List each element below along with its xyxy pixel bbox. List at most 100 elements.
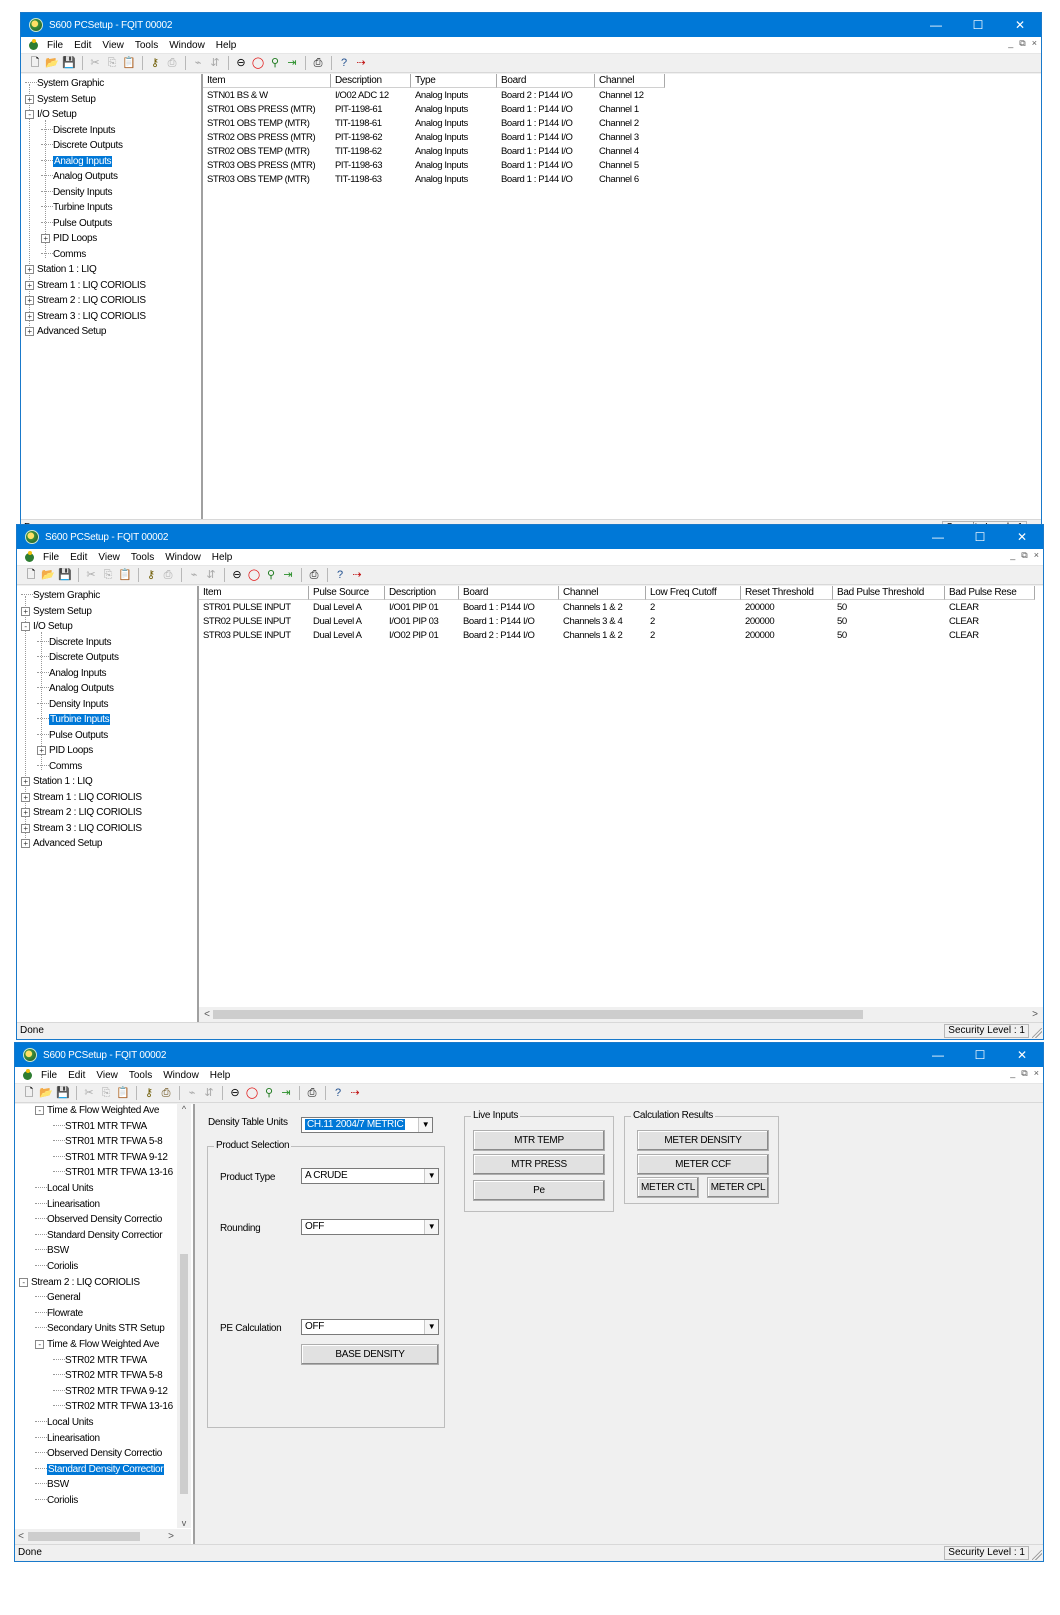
- stop-icon[interactable]: ◯: [250, 56, 266, 71]
- tree-item-observed-density-correctio[interactable]: Observed Density Correctio: [35, 1447, 162, 1461]
- mdi-restore-button[interactable]: ⧉: [1021, 1068, 1027, 1079]
- column-header-item[interactable]: Item: [203, 74, 331, 88]
- transfer-icon[interactable]: ⇵: [207, 56, 223, 71]
- resize-grip-icon[interactable]: [1032, 1028, 1042, 1038]
- tree-item-system-setup[interactable]: + System Setup: [21, 605, 92, 619]
- scroll-thumb[interactable]: [180, 1254, 188, 1494]
- scroll-thumb[interactable]: [213, 1010, 863, 1019]
- tree-item-density-inputs[interactable]: Density Inputs: [37, 698, 108, 712]
- table-row[interactable]: STR03 OBS TEMP (MTR) TIT-1198-63 Analog In…: [203, 173, 1041, 187]
- tree-item-pid-loops[interactable]: + PID Loops: [37, 744, 93, 758]
- mdi-child-icon[interactable]: [23, 550, 37, 564]
- exit-icon[interactable]: ⇥: [278, 1086, 294, 1101]
- context-help-icon[interactable]: ⇢: [347, 1086, 363, 1101]
- column-header-bad-pulse-threshold[interactable]: Bad Pulse Threshold: [833, 586, 945, 600]
- dropdown-arrow-icon[interactable]: ▼: [424, 1220, 438, 1234]
- expand-icon[interactable]: +: [21, 823, 30, 833]
- menu-help[interactable]: Help: [212, 552, 233, 563]
- mdi-restore-button[interactable]: ⧉: [1021, 550, 1027, 561]
- tree-item-str02-mtr-tfwa-5-8[interactable]: STR02 MTR TFWA 5-8: [53, 1369, 163, 1383]
- pin-icon[interactable]: ⚲: [267, 56, 283, 71]
- mdi-child-icon[interactable]: [27, 38, 41, 52]
- tree-item-local-units[interactable]: Local Units: [35, 1416, 93, 1430]
- mdi-close-button[interactable]: ×: [1032, 38, 1037, 49]
- connect-icon[interactable]: ⌁: [184, 1086, 200, 1101]
- exit-icon[interactable]: ⇥: [280, 568, 296, 583]
- tree-item-advanced-setup[interactable]: + Advanced Setup: [21, 837, 103, 851]
- tree-item-time-flow-weighted-ave[interactable]: - Time & Flow Weighted Ave: [35, 1104, 159, 1118]
- resize-grip-icon[interactable]: [1032, 1550, 1042, 1560]
- menu-window[interactable]: Window: [169, 40, 205, 51]
- open-folder-icon[interactable]: 📂: [44, 56, 60, 71]
- menu-file[interactable]: File: [47, 40, 63, 51]
- table-row[interactable]: STR02 OBS PRESS (MTR) PIT-1198-62 Analog I…: [203, 131, 1041, 145]
- chain-link-icon[interactable]: ⊖: [229, 568, 245, 583]
- tree-item-coriolis[interactable]: Coriolis: [35, 1494, 78, 1508]
- table-row[interactable]: STR02 PULSE INPUT Dual Level A I/O01 PIP 0…: [199, 615, 1043, 629]
- chain-link-icon[interactable]: ⊖: [227, 1086, 243, 1101]
- tree-item-stream-1-liq-coriolis[interactable]: + Stream 1 : LIQ CORIOLIS: [25, 279, 146, 293]
- copy-icon[interactable]: ⎘: [98, 1086, 114, 1101]
- tree-item-station-1-liq[interactable]: + Station 1 : LIQ: [21, 775, 93, 789]
- column-header-reset-threshold[interactable]: Reset Threshold: [741, 586, 833, 600]
- meter-ccf-button[interactable]: METER CCF: [637, 1154, 769, 1175]
- expand-icon[interactable]: +: [25, 94, 34, 104]
- table-row[interactable]: STR01 PULSE INPUT Dual Level A I/O01 PIP 0…: [199, 601, 1043, 615]
- expand-icon[interactable]: +: [21, 792, 30, 802]
- help-icon[interactable]: ?: [332, 568, 348, 583]
- tree-item-str02-mtr-tfwa-9-12[interactable]: STR02 MTR TFWA 9-12: [53, 1385, 168, 1399]
- tree-item-system-graphic[interactable]: System Graphic: [25, 77, 104, 91]
- table-row[interactable]: STR01 OBS PRESS (MTR) PIT-1198-61 Analog I…: [203, 103, 1041, 117]
- expand-icon[interactable]: +: [25, 265, 34, 274]
- scroll-left-arrow-icon[interactable]: <: [15, 1529, 27, 1544]
- menu-tools[interactable]: Tools: [129, 1070, 152, 1081]
- tree-item-pid-loops[interactable]: + PID Loops: [41, 232, 97, 246]
- maximize-button[interactable]: ☐: [959, 525, 1001, 549]
- table-row[interactable]: STR01 OBS TEMP (MTR) TIT-1198-61 Analog In…: [203, 117, 1041, 131]
- menu-file[interactable]: File: [43, 552, 59, 563]
- cut-icon[interactable]: ✂: [87, 56, 103, 71]
- minimize-button[interactable]: —: [917, 1043, 959, 1067]
- close-button[interactable]: ✕: [1001, 1043, 1043, 1067]
- tree-item-pulse-outputs[interactable]: Pulse Outputs: [41, 217, 112, 231]
- product-type-select[interactable]: A CRUDE ▼: [301, 1168, 439, 1184]
- copy-icon[interactable]: ⎘: [104, 56, 120, 71]
- print-icon[interactable]: ⎙: [304, 1086, 320, 1101]
- tree-item-observed-density-correctio[interactable]: Observed Density Correctio: [35, 1213, 162, 1227]
- meter-cpl-button[interactable]: METER CPL: [707, 1177, 769, 1198]
- expand-icon[interactable]: +: [25, 311, 34, 321]
- dropdown-arrow-icon[interactable]: ▼: [424, 1169, 438, 1183]
- meter-density-button[interactable]: METER DENSITY: [637, 1130, 769, 1151]
- tree-item-str02-mtr-tfwa[interactable]: STR02 MTR TFWA: [53, 1354, 147, 1368]
- tree-item-general[interactable]: General: [35, 1291, 81, 1305]
- tree-item-pulse-outputs[interactable]: Pulse Outputs: [37, 729, 108, 743]
- pe-calculation-select[interactable]: OFF ▼: [301, 1319, 439, 1335]
- expand-icon[interactable]: +: [25, 327, 34, 336]
- tree-horizontal-scrollbar[interactable]: < >: [15, 1529, 191, 1544]
- tree-item-i-o-setup[interactable]: - I/O Setup: [21, 620, 73, 634]
- expand-icon[interactable]: +: [25, 280, 34, 290]
- expand-icon[interactable]: +: [21, 606, 30, 616]
- new-file-icon[interactable]: 🗋: [21, 1086, 37, 1101]
- menu-window[interactable]: Window: [163, 1070, 199, 1081]
- column-header-type[interactable]: Type: [411, 74, 497, 88]
- menu-tools[interactable]: Tools: [131, 552, 154, 563]
- tree-item-linearisation[interactable]: Linearisation: [35, 1198, 100, 1212]
- tree-item-analog-outputs[interactable]: Analog Outputs: [41, 170, 118, 184]
- expand-icon[interactable]: +: [41, 234, 50, 243]
- key-icon[interactable]: ⚷: [141, 1086, 157, 1101]
- minimize-button[interactable]: —: [917, 525, 959, 549]
- stop-icon[interactable]: ◯: [246, 568, 262, 583]
- maximize-button[interactable]: ☐: [959, 1043, 1001, 1067]
- base-density-button[interactable]: BASE DENSITY: [301, 1344, 439, 1365]
- key-icon[interactable]: ⚷: [143, 568, 159, 583]
- tree-item-stream-2-liq-coriolis[interactable]: + Stream 2 : LIQ CORIOLIS: [21, 806, 142, 820]
- tree-item-system-setup[interactable]: + System Setup: [25, 93, 96, 107]
- cut-icon[interactable]: ✂: [83, 568, 99, 583]
- exit-icon[interactable]: ⇥: [284, 56, 300, 71]
- tree-item-stream-1-liq-coriolis[interactable]: + Stream 1 : LIQ CORIOLIS: [21, 791, 142, 805]
- tree-item-str01-mtr-tfwa[interactable]: STR01 MTR TFWA: [53, 1120, 147, 1134]
- horizontal-scrollbar[interactable]: < >: [199, 1007, 1043, 1022]
- tree-item-str01-mtr-tfwa-5-8[interactable]: STR01 MTR TFWA 5-8: [53, 1135, 163, 1149]
- new-file-icon[interactable]: 🗋: [27, 56, 43, 71]
